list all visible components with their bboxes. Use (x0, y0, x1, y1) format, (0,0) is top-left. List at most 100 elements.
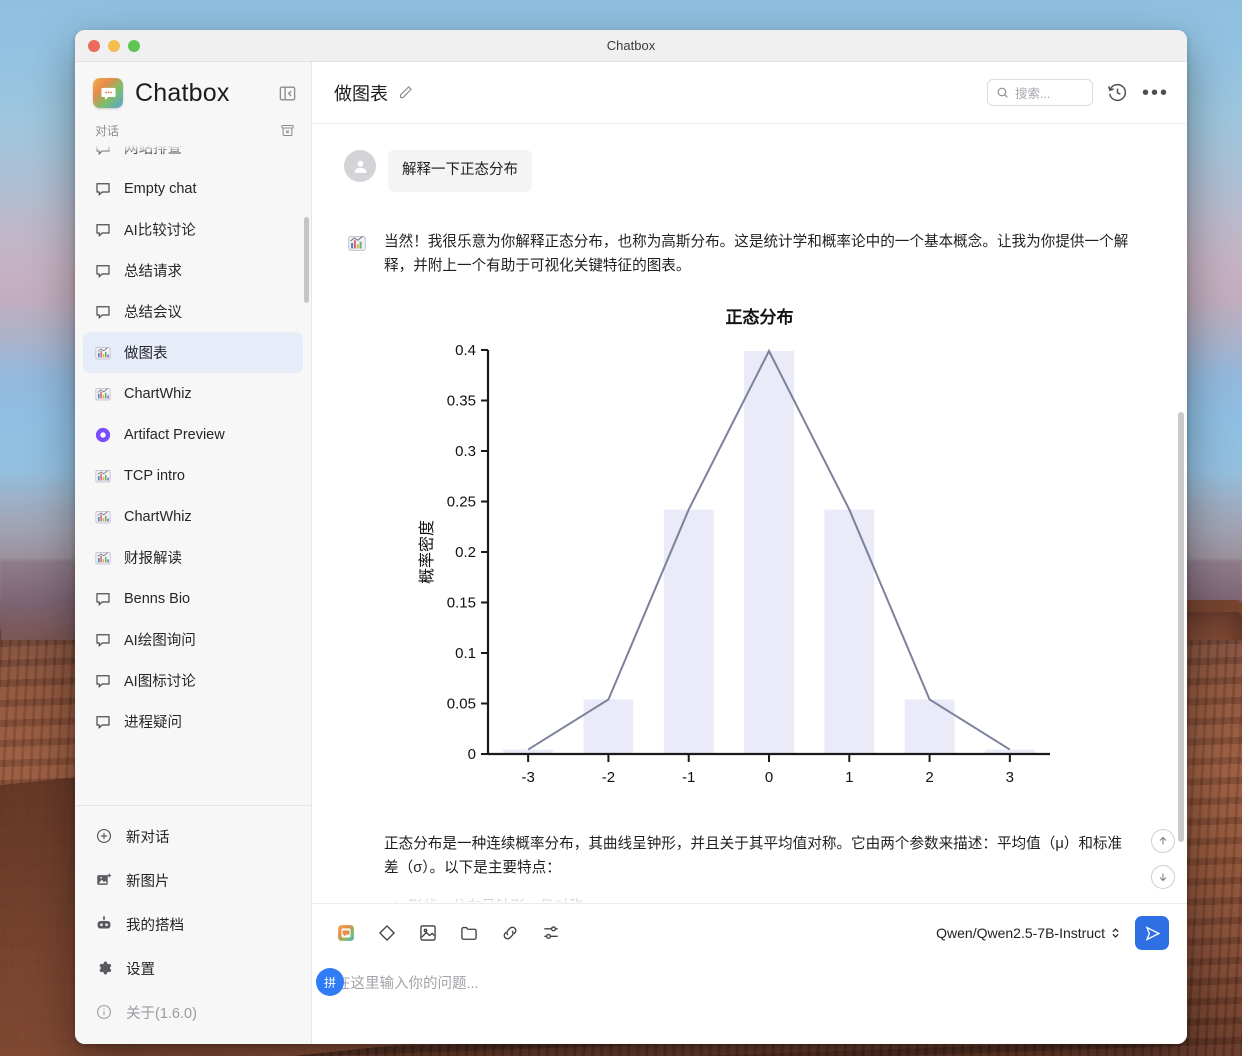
conversation-item[interactable]: 财报解读 (83, 537, 303, 578)
chat-bubble-icon (93, 261, 112, 280)
conversation-item[interactable]: 做图表 (83, 332, 303, 373)
conversations-label: 对话 (95, 122, 119, 139)
model-name: Qwen/Qwen2.5-7B-Instruct (936, 925, 1105, 941)
page-title: 做图表 (334, 80, 388, 106)
scroll-to-bottom-button[interactable] (1151, 865, 1175, 889)
conversation-item[interactable]: ChartWhiz (83, 496, 303, 537)
conversation-item[interactable]: 总结请求 (83, 250, 303, 291)
sidebar-action-5[interactable]: 关于(1.6.0) (83, 990, 303, 1034)
chart-y-tick-label: 0.35 (446, 392, 475, 409)
conversation-item[interactable]: Empty chat (83, 168, 303, 209)
user-message: 解释一下正态分布 (334, 146, 1135, 192)
conversation-scroll-area[interactable]: 解释一下正态分布 (312, 124, 1187, 903)
chart-y-tick-label: 0.25 (446, 493, 475, 510)
conversation-item-label: AI绘图询问 (124, 629, 196, 650)
sidebar-action-label: 关于(1.6.0) (126, 1002, 197, 1023)
conversation-item-label: Benns Bio (124, 591, 190, 607)
chart-y-axis-label: 概率密度 (418, 520, 436, 584)
eraser-icon[interactable] (377, 923, 397, 943)
chart-y-tick-label: 0.3 (455, 443, 476, 460)
chart-x-tick-label: -2 (601, 769, 614, 786)
chat-bubble-icon (93, 302, 112, 321)
chart-y-tick-label: 0.15 (446, 594, 475, 611)
conversation-item[interactable]: AI绘图询问 (83, 619, 303, 660)
user-message-text: 解释一下正态分布 (388, 150, 532, 192)
more-horizontal-icon[interactable]: ••• (1142, 88, 1169, 98)
chart-x-tick-label: 3 (1005, 769, 1013, 786)
conversation-item[interactable]: ChartWhiz (83, 373, 303, 414)
conversation-item[interactable]: AI图标讨论 (83, 660, 303, 701)
folder-icon[interactable] (459, 923, 479, 943)
conversation-item[interactable]: 进程疑问 (83, 701, 303, 742)
search-placeholder: 搜索... (1015, 83, 1050, 102)
sidebar-action-label: 我的搭档 (126, 914, 184, 935)
chart-y-tick-label: 0.1 (455, 645, 476, 662)
normal-distribution-chart: 正态分布 00.050.10.150.20.250.30.350.4-3-2-1… (384, 303, 1135, 806)
message-composer: Qwen/Qwen2.5-7B-Instruct 在这里输入你的问题... (312, 903, 1187, 1044)
conversations-section-header: 对话 (75, 118, 311, 143)
brand-title: Chatbox (135, 79, 230, 108)
sliders-icon[interactable] (541, 923, 561, 943)
search-input[interactable]: 搜索... (987, 79, 1093, 106)
chart-bar (904, 699, 954, 754)
chatbox-app-icon[interactable] (336, 923, 356, 943)
sidebar-action-label: 设置 (126, 958, 155, 979)
conversation-item[interactable]: Artifact Preview (83, 414, 303, 455)
conversation-item[interactable]: 网站排查 (83, 145, 303, 168)
send-button[interactable] (1135, 916, 1169, 950)
bar-chart-icon (93, 343, 112, 362)
chat-bubble-icon (93, 712, 112, 731)
conversation-item[interactable]: 总结会议 (83, 291, 303, 332)
window-title: Chatbox (75, 38, 1187, 53)
conversation-list[interactable]: 网站排查 Empty chat AI比较讨论总结请求总结会议做图表 ChartWhiz… (75, 145, 311, 805)
sidebar-action-1[interactable]: 新对话 (83, 814, 303, 858)
conversation-scrollbar[interactable] (1178, 412, 1184, 842)
assistant-message: 当然！我很乐意为你解释正态分布，也称为高斯分布。这是统计学和概率论中的一个基本概… (334, 192, 1135, 903)
chat-bubble-icon (93, 589, 112, 608)
composer-input-placeholder[interactable]: 在这里输入你的问题... (336, 972, 1169, 993)
conversation-item-label: 网站排查 (124, 145, 182, 158)
sidebar-action-3[interactable]: 我的搭档 (83, 902, 303, 946)
conversation-item[interactable]: AI比较讨论 (83, 209, 303, 250)
play-circle-icon (93, 425, 112, 444)
collapse-sidebar-icon[interactable] (278, 84, 297, 103)
conversation-item-label: 进程疑问 (124, 711, 182, 732)
chat-bubble-icon (93, 630, 112, 649)
conversation-list-scrollbar[interactable] (304, 217, 309, 303)
conversation-item-label: 总结会议 (124, 301, 182, 322)
conversation-item-label: ChartWhiz (124, 386, 192, 402)
conversation-item-label: Empty chat (124, 181, 197, 197)
conversation-item[interactable]: Benns Bio (83, 578, 303, 619)
sidebar-actions: 新对话新图片我的搭档设置关于(1.6.0) (75, 805, 311, 1044)
avatar (344, 150, 376, 182)
assistant-intro-text: 当然！我很乐意为你解释正态分布，也称为高斯分布。这是统计学和概率论中的一个基本概… (384, 230, 1135, 279)
chevron-up-down-icon (1110, 926, 1121, 940)
sidebar: Chatbox 对话 (75, 62, 312, 1044)
chart-x-tick-label: -3 (521, 769, 534, 786)
chat-bubble-icon (93, 220, 112, 239)
chart-y-tick-label: 0.2 (455, 544, 476, 561)
link-icon[interactable] (500, 923, 520, 943)
sidebar-action-label: 新对话 (126, 826, 170, 847)
sidebar-action-4[interactable]: 设置 (83, 946, 303, 990)
scroll-to-top-button[interactable] (1151, 829, 1175, 853)
conversation-item[interactable]: TCP intro (83, 455, 303, 496)
image-icon[interactable] (418, 923, 438, 943)
archive-conversations-icon[interactable] (280, 123, 295, 138)
model-selector[interactable]: Qwen/Qwen2.5-7B-Instruct (936, 925, 1121, 941)
sidebar-action-2[interactable]: 新图片 (83, 858, 303, 902)
chart-bar (744, 351, 794, 754)
chart-bar (663, 509, 713, 753)
chat-bubble-icon (93, 145, 112, 157)
list-item: 1. 形状：分布呈钟形，且对称。 (384, 895, 1135, 903)
search-icon (996, 86, 1009, 99)
history-clock-icon[interactable] (1107, 82, 1128, 103)
edit-title-icon[interactable] (398, 85, 413, 100)
image-plus-icon (95, 871, 113, 889)
conversation-item-label: AI比较讨论 (124, 219, 196, 240)
conversation-item-label: 做图表 (124, 342, 168, 363)
chart-canvas: 00.050.10.150.20.250.30.350.4-3-2-10123概… (410, 336, 1110, 806)
robot-icon (95, 915, 113, 933)
chart-y-tick-label: 0 (467, 746, 475, 763)
conversation-item-label: 财报解读 (124, 547, 182, 568)
